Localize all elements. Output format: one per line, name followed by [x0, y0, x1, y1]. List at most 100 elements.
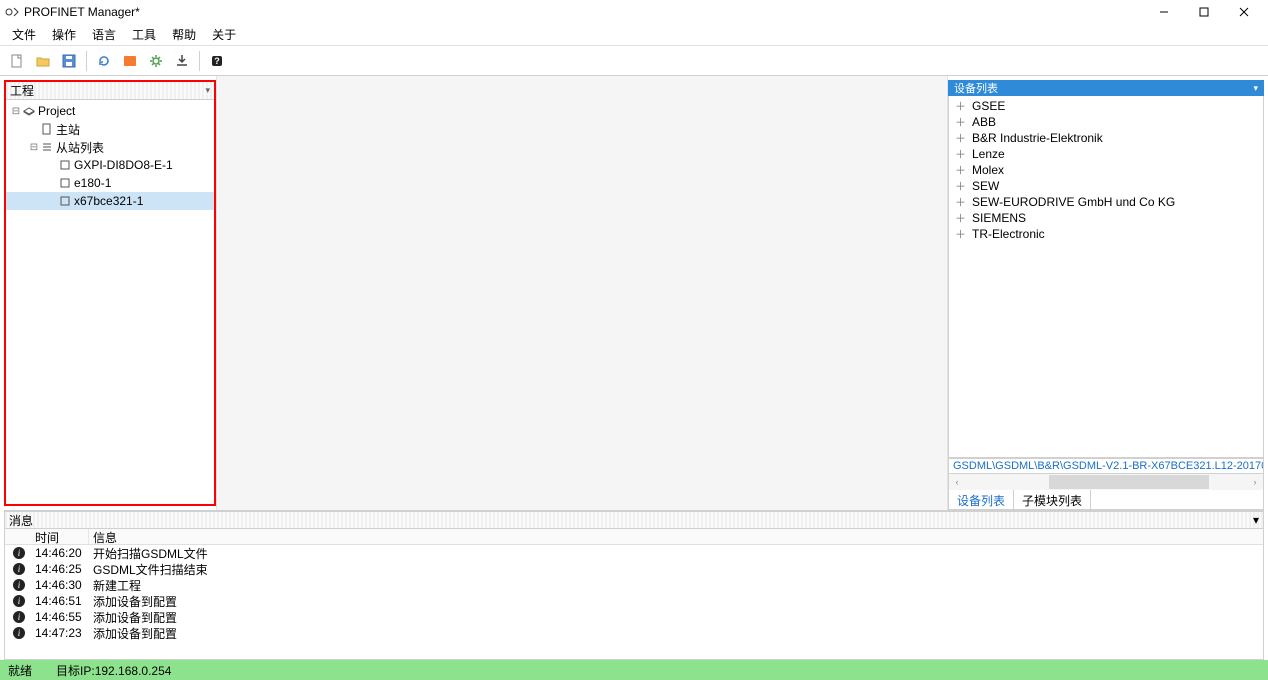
minimize-button[interactable]: [1144, 0, 1184, 24]
close-button[interactable]: [1224, 0, 1264, 24]
message-text: 添加设备到配置: [89, 609, 1263, 626]
device-label: GSEE: [972, 99, 1005, 113]
info-icon: i: [5, 611, 33, 623]
menu-帮助[interactable]: 帮助: [164, 24, 204, 45]
project-tree-panel: 工程 ▾ ⊟ Project 主站⊟从站列表GXPI-DI8DO8-E-1 e180-…: [4, 80, 216, 506]
message-row[interactable]: i14:46:51添加设备到配置: [5, 593, 1263, 609]
gsdml-path: GSDML\GSDML\B&R\GSDML-V2.1-BR-X67BCE321.…: [948, 458, 1264, 474]
device-item[interactable]: ＋ SEW-EURODRIVE GmbH und Co KG: [949, 194, 1263, 210]
menu-关于[interactable]: 关于: [204, 24, 244, 45]
expand-icon[interactable]: ＋: [955, 194, 966, 210]
device-item[interactable]: ＋Molex: [949, 162, 1263, 178]
tree-item[interactable]: e180-1: [6, 174, 214, 192]
tree-item-label: e180-1: [74, 176, 111, 190]
device-label: ABB: [972, 115, 996, 129]
expand-icon[interactable]: ＋: [955, 162, 966, 178]
device-item[interactable]: ＋ GSEE: [949, 98, 1263, 114]
app-icon: [4, 4, 20, 20]
message-time: 14:46:20: [33, 546, 89, 560]
device-icon: [58, 159, 72, 171]
info-icon: i: [5, 563, 33, 575]
message-time: 14:47:23: [33, 626, 89, 640]
device-tabs: 设备列表子模块列表: [948, 490, 1264, 510]
status-ready: 就绪: [8, 662, 32, 679]
tree-item[interactable]: x67bce321-1: [6, 192, 214, 210]
toolbar-separator: [199, 51, 200, 71]
tree-item-label: x67bce321-1: [74, 194, 143, 208]
menu-工具[interactable]: 工具: [124, 24, 164, 45]
message-text: 开始扫描GSDML文件: [89, 545, 1263, 562]
download-icon[interactable]: [171, 50, 193, 72]
device-item[interactable]: ＋ SEW: [949, 178, 1263, 194]
device-item[interactable]: ＋ B&R Industrie-Elektronik: [949, 130, 1263, 146]
device-list: ＋ GSEE ＋ ABB ＋ B&R Industrie-Elektronik＋Lenze…: [948, 96, 1264, 458]
expand-icon[interactable]: ＋: [955, 226, 966, 242]
chevron-down-icon: ▾: [1253, 513, 1259, 527]
device-item[interactable]: ＋ ABB: [949, 114, 1263, 130]
tab-子模块列表[interactable]: 子模块列表: [1014, 490, 1091, 509]
device-label: B&R Industrie-Elektronik: [972, 131, 1103, 145]
tree-header[interactable]: 工程 ▾: [6, 82, 214, 100]
message-row[interactable]: i14:46:20开始扫描GSDML文件: [5, 545, 1263, 561]
help-icon[interactable]: ?: [206, 50, 228, 72]
col-icon: [5, 529, 33, 544]
messages-panel: 消息 ▾ 时间 信息 i14:46:20开始扫描GSDML文件i14:46:25…: [4, 510, 1264, 660]
menu-操作[interactable]: 操作: [44, 24, 84, 45]
device-label: SIEMENS: [972, 211, 1026, 225]
message-time: 14:46:51: [33, 594, 89, 608]
expand-icon[interactable]: ＋: [955, 178, 966, 194]
message-time: 14:46:55: [33, 610, 89, 624]
scroll-thumb[interactable]: [1049, 475, 1209, 489]
chevron-down-icon: ▾: [1253, 83, 1258, 94]
open-folder-icon[interactable]: [32, 50, 54, 72]
refresh-icon[interactable]: [93, 50, 115, 72]
message-text: 添加设备到配置: [89, 593, 1263, 610]
scroll-right-icon[interactable]: ›: [1247, 474, 1263, 490]
expand-icon[interactable]: ＋: [955, 114, 966, 130]
tree-item-label: Project: [38, 104, 75, 118]
maximize-button[interactable]: [1184, 0, 1224, 24]
expand-icon[interactable]: ＋: [955, 210, 966, 226]
list-icon: [40, 141, 54, 153]
tree-toggle-icon[interactable]: ⊟: [28, 142, 40, 153]
settings-icon[interactable]: [145, 50, 167, 72]
tree-item[interactable]: GXPI-DI8DO8-E-1: [6, 156, 214, 174]
device-item[interactable]: ＋Lenze: [949, 146, 1263, 162]
tree-item[interactable]: ⊟ Project: [6, 102, 214, 120]
scroll-left-icon[interactable]: ‹: [949, 474, 965, 490]
message-text: 新建工程: [89, 577, 1263, 594]
device-list-header[interactable]: 设备列表 ▾: [948, 80, 1264, 96]
info-icon: i: [5, 595, 33, 607]
status-bar: 就绪 目标IP:192.168.0.254: [0, 660, 1268, 680]
svg-text:?: ?: [214, 56, 220, 66]
export-icon[interactable]: [119, 50, 141, 72]
message-text: GSDML文件扫描结束: [89, 561, 1263, 578]
horizontal-scrollbar[interactable]: ‹ ›: [948, 474, 1264, 490]
new-file-icon[interactable]: [6, 50, 28, 72]
tree-toggle-icon[interactable]: ⊟: [10, 106, 22, 117]
messages-header[interactable]: 消息 ▾: [4, 511, 1264, 529]
message-row[interactable]: i14:47:23添加设备到配置: [5, 625, 1263, 641]
message-row[interactable]: i14:46:30新建工程: [5, 577, 1263, 593]
menu-文件[interactable]: 文件: [4, 24, 44, 45]
tree-item[interactable]: 主站: [6, 120, 214, 138]
expand-icon[interactable]: ＋: [955, 98, 966, 114]
message-time: 14:46:25: [33, 562, 89, 576]
expand-icon[interactable]: ＋: [955, 146, 966, 162]
center-canvas: [216, 76, 948, 510]
toolbar: ?: [0, 46, 1268, 76]
device-item[interactable]: ＋TR-Electronic: [949, 226, 1263, 242]
status-target-ip: 目标IP:192.168.0.254: [56, 662, 171, 679]
tab-设备列表[interactable]: 设备列表: [949, 490, 1014, 509]
message-text: 添加设备到配置: [89, 625, 1263, 642]
chevron-down-icon: ▾: [205, 85, 210, 96]
message-row[interactable]: i14:46:55添加设备到配置: [5, 609, 1263, 625]
tree-item[interactable]: ⊟从站列表: [6, 138, 214, 156]
save-icon[interactable]: [58, 50, 80, 72]
device-label: SEW-EURODRIVE GmbH und Co KG: [972, 195, 1175, 209]
menu-语言[interactable]: 语言: [84, 24, 124, 45]
device-item[interactable]: ＋ SIEMENS: [949, 210, 1263, 226]
expand-icon[interactable]: ＋: [955, 130, 966, 146]
message-row[interactable]: i14:46:25GSDML文件扫描结束: [5, 561, 1263, 577]
device-label: SEW: [972, 179, 999, 193]
